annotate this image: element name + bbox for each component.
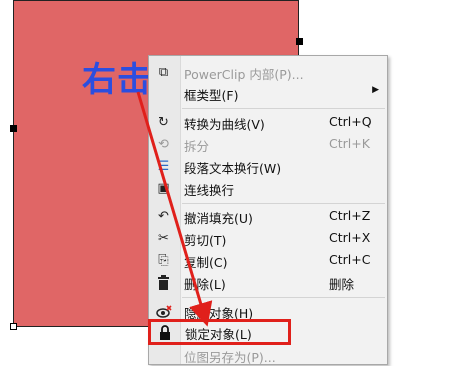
annotation-arrow xyxy=(136,91,213,327)
arrow-line xyxy=(136,91,213,327)
